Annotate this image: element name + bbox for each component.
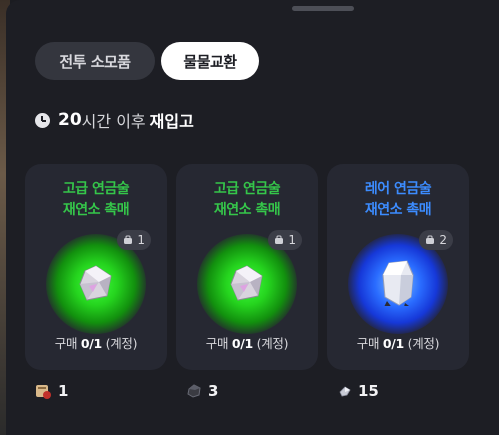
card-cost: 3 (186, 380, 218, 402)
shop-card[interactable]: 고급 연금술 재연소 촉매 1 구매 0/1 (계정) (25, 164, 167, 370)
owned-count: 1 (288, 233, 296, 247)
ore-icon (187, 384, 201, 398)
limit-prefix: 구매 (54, 336, 78, 351)
card-title-line1: 고급 연금술 (213, 181, 281, 197)
restock-suffix: 재입고 (149, 112, 194, 131)
card-cost: 1 (34, 380, 68, 402)
shop-card[interactable]: 고급 연금술 재연소 촉매 1 구매 0/1 (계정) (176, 164, 318, 370)
card-title: 고급 연금술 재연소 촉매 (176, 179, 318, 221)
card-title: 레어 연금술 재연소 촉매 (327, 179, 469, 221)
limit-suffix: (계정) (407, 336, 440, 351)
limit-prefix: 구매 (205, 336, 229, 351)
clock-icon (35, 112, 50, 128)
catalyst-crystal-icon (230, 265, 263, 301)
card-title-line2: 재연소 촉매 (62, 202, 130, 218)
cost-amount: 3 (208, 382, 219, 400)
limit-value: 0/1 (382, 336, 404, 351)
limit-value: 0/1 (80, 336, 102, 351)
catalyst-crystal-icon (79, 265, 112, 301)
cost-amount: 1 (58, 382, 69, 400)
bag-icon (275, 235, 284, 244)
card-title-line2: 재연소 촉매 (213, 202, 281, 218)
cost-amount: 15 (358, 382, 379, 400)
owned-count-badge: 1 (268, 230, 302, 250)
tab-barter[interactable]: 물물교환 (161, 42, 259, 80)
limit-prefix: 구매 (356, 336, 380, 351)
drag-handle[interactable] (292, 6, 354, 11)
crystal-shard-icon (339, 386, 351, 397)
bag-icon (124, 235, 133, 244)
restock-middle-text: 시간 이후 (81, 112, 146, 131)
purchase-limit: 구매 0/1 (계정) (176, 333, 318, 352)
card-title-line1: 고급 연금술 (62, 181, 130, 197)
bag-icon (426, 235, 435, 244)
tab-battle-consumables[interactable]: 전투 소모품 (35, 42, 155, 80)
tab-label: 물물교환 (183, 52, 237, 71)
tab-label: 전투 소모품 (59, 52, 131, 71)
owned-count-badge: 2 (419, 230, 453, 250)
limit-suffix: (계정) (105, 336, 138, 351)
card-cost: 15 (338, 380, 379, 402)
scroll-pouch-icon (36, 385, 51, 399)
shop-card[interactable]: 레어 연금술 재연소 촉매 2 구매 0/1 (계정) (327, 164, 469, 370)
card-title: 고급 연금술 재연소 촉매 (25, 179, 167, 221)
card-title-line2: 재연소 촉매 (364, 202, 432, 218)
owned-count: 1 (137, 233, 145, 247)
owned-count-badge: 1 (117, 230, 151, 250)
owned-count: 2 (439, 233, 447, 247)
restock-hours: 20 (58, 110, 82, 130)
catalyst-crystal-icon (382, 260, 414, 306)
card-title-line1: 레어 연금술 (364, 181, 432, 197)
purchase-limit: 구매 0/1 (계정) (327, 333, 469, 352)
limit-value: 0/1 (231, 336, 253, 351)
restock-timer: 20 시간 이후 재입고 (35, 108, 194, 132)
limit-suffix: (계정) (256, 336, 289, 351)
purchase-limit: 구매 0/1 (계정) (25, 333, 167, 352)
